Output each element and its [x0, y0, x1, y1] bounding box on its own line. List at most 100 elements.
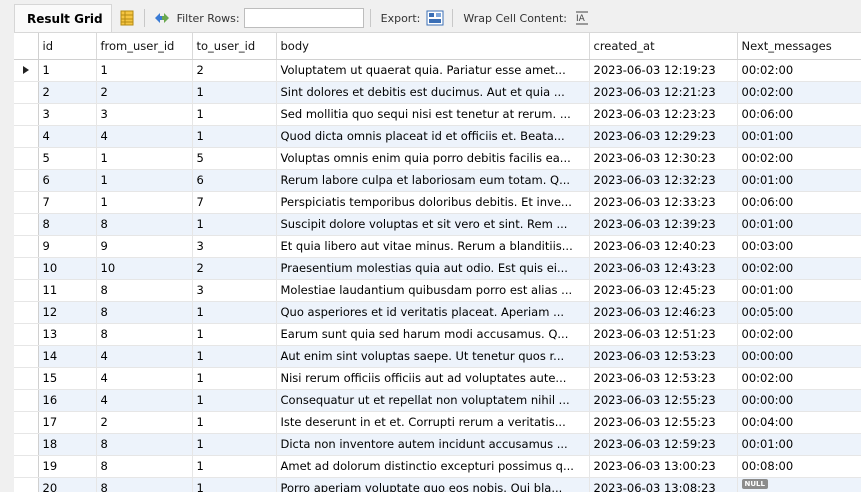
refresh-icon[interactable]: [151, 8, 173, 28]
cell-body[interactable]: Suscipit dolore voluptas et sit vero et …: [276, 213, 590, 236]
cell-created-at[interactable]: 2023-06-03 12:53:23: [589, 367, 738, 390]
cell-created-at[interactable]: 2023-06-03 12:55:23: [589, 411, 738, 434]
cell-next-messages[interactable]: 00:01:00: [737, 125, 861, 148]
cell-from-user-id[interactable]: 4: [96, 367, 193, 390]
table-row[interactable]: 10 10 2 Praesentium molestias quia aut odio…: [14, 257, 861, 280]
cell-id[interactable]: 18: [38, 433, 97, 456]
cell-id[interactable]: 13: [38, 323, 97, 346]
cell-body[interactable]: Porro aperiam voluptate quo eos nobis. Q…: [276, 477, 590, 492]
cell-to-user-id[interactable]: 1: [192, 103, 277, 126]
cell-created-at[interactable]: 2023-06-03 13:08:23: [589, 477, 738, 492]
cell-from-user-id[interactable]: 8: [96, 213, 193, 236]
cell-body[interactable]: Quo asperiores et id veritatis placeat. …: [276, 301, 590, 324]
table-row[interactable]: 12 8 1 Quo asperiores et id veritatis place…: [14, 301, 861, 324]
cell-from-user-id[interactable]: 4: [96, 125, 193, 148]
cell-next-messages[interactable]: 00:00:00: [737, 389, 861, 412]
cell-to-user-id[interactable]: 1: [192, 455, 277, 478]
table-row[interactable]: 5 1 5 Voluptas omnis enim quia porro debiti…: [14, 147, 861, 170]
cell-id[interactable]: 6: [38, 169, 97, 192]
cell-from-user-id[interactable]: 8: [96, 279, 193, 302]
cell-body[interactable]: Earum sunt quia sed harum modi accusamus…: [276, 323, 590, 346]
cell-id[interactable]: 14: [38, 345, 97, 368]
row-header[interactable]: [14, 147, 39, 170]
cell-id[interactable]: 17: [38, 411, 97, 434]
row-header[interactable]: [14, 235, 39, 258]
row-header[interactable]: [14, 169, 39, 192]
table-row[interactable]: 8 8 1 Suscipit dolore voluptas et sit vero …: [14, 213, 861, 236]
cell-created-at[interactable]: 2023-06-03 12:46:23: [589, 301, 738, 324]
cell-from-user-id[interactable]: 9: [96, 235, 193, 258]
row-header[interactable]: [14, 411, 39, 434]
row-header[interactable]: [14, 477, 39, 492]
cell-id[interactable]: 10: [38, 257, 97, 280]
cell-created-at[interactable]: 2023-06-03 12:33:23: [589, 191, 738, 214]
cell-next-messages[interactable]: 00:01:00: [737, 433, 861, 456]
cell-body[interactable]: Praesentium molestias quia aut odio. Est…: [276, 257, 590, 280]
cell-from-user-id[interactable]: 1: [96, 169, 193, 192]
cell-next-messages[interactable]: 00:01:00: [737, 169, 861, 192]
cell-to-user-id[interactable]: 1: [192, 411, 277, 434]
cell-from-user-id[interactable]: 1: [96, 147, 193, 170]
cell-created-at[interactable]: 2023-06-03 12:19:23: [589, 59, 738, 82]
cell-id[interactable]: 2: [38, 81, 97, 104]
cell-created-at[interactable]: 2023-06-03 13:00:23: [589, 455, 738, 478]
table-row[interactable]: 13 8 1 Earum sunt quia sed harum modi accus…: [14, 323, 861, 346]
grid-view-icon[interactable]: [116, 8, 138, 28]
cell-id[interactable]: 7: [38, 191, 97, 214]
row-header[interactable]: [14, 103, 39, 126]
cell-to-user-id[interactable]: 3: [192, 235, 277, 258]
cell-id[interactable]: 8: [38, 213, 97, 236]
table-row[interactable]: 4 4 1 Quod dicta omnis placeat id et offici…: [14, 125, 861, 148]
table-row[interactable]: 11 8 3 Molestiae laudantium quibusdam porro…: [14, 279, 861, 302]
cell-from-user-id[interactable]: 4: [96, 389, 193, 412]
cell-next-messages[interactable]: 00:06:00: [737, 191, 861, 214]
cell-next-messages[interactable]: 00:02:00: [737, 147, 861, 170]
cell-to-user-id[interactable]: 3: [192, 279, 277, 302]
cell-id[interactable]: 20: [38, 477, 97, 492]
result-grid-tab[interactable]: Result Grid: [14, 4, 112, 32]
cell-body[interactable]: Voluptas omnis enim quia porro debitis f…: [276, 147, 590, 170]
wrap-text-icon[interactable]: IA: [571, 8, 593, 28]
column-header-to-user-id[interactable]: to_user_id: [192, 33, 277, 60]
row-header[interactable]: [14, 323, 39, 346]
cell-id[interactable]: 15: [38, 367, 97, 390]
cell-to-user-id[interactable]: 1: [192, 213, 277, 236]
cell-created-at[interactable]: 2023-06-03 12:39:23: [589, 213, 738, 236]
cell-from-user-id[interactable]: 8: [96, 323, 193, 346]
table-row[interactable]: 15 4 1 Nisi rerum officiis officiis aut ad …: [14, 367, 861, 390]
cell-body[interactable]: Perspiciatis temporibus doloribus debiti…: [276, 191, 590, 214]
table-row[interactable]: 1 1 2 Voluptatem ut quaerat quia. Pariatur …: [14, 59, 861, 82]
cell-to-user-id[interactable]: 1: [192, 389, 277, 412]
table-row[interactable]: 2 2 1 Sint dolores et debitis est ducimus. …: [14, 81, 861, 104]
row-header[interactable]: [14, 367, 39, 390]
cell-from-user-id[interactable]: 8: [96, 477, 193, 492]
table-row[interactable]: 14 4 1 Aut enim sint voluptas saepe. Ut ten…: [14, 345, 861, 368]
cell-next-messages[interactable]: 00:02:00: [737, 257, 861, 280]
row-header[interactable]: [14, 257, 39, 280]
table-row[interactable]: 9 9 3 Et quia libero aut vitae minus. Rerum…: [14, 235, 861, 258]
cell-body[interactable]: Voluptatem ut quaerat quia. Pariatur ess…: [276, 59, 590, 82]
cell-to-user-id[interactable]: 1: [192, 81, 277, 104]
cell-to-user-id[interactable]: 6: [192, 169, 277, 192]
cell-id[interactable]: 1: [38, 59, 97, 82]
cell-from-user-id[interactable]: 2: [96, 411, 193, 434]
row-header[interactable]: [14, 455, 39, 478]
cell-created-at[interactable]: 2023-06-03 12:40:23: [589, 235, 738, 258]
cell-body[interactable]: Quod dicta omnis placeat id et officiis …: [276, 125, 590, 148]
cell-created-at[interactable]: 2023-06-03 12:29:23: [589, 125, 738, 148]
row-header[interactable]: [14, 389, 39, 412]
row-header[interactable]: [14, 213, 39, 236]
cell-next-messages[interactable]: 00:01:00: [737, 279, 861, 302]
cell-to-user-id[interactable]: 1: [192, 477, 277, 492]
cell-id[interactable]: 4: [38, 125, 97, 148]
export-icon[interactable]: [424, 8, 446, 28]
cell-to-user-id[interactable]: 1: [192, 433, 277, 456]
row-header-corner[interactable]: [14, 33, 39, 60]
cell-body[interactable]: Rerum labore culpa et laboriosam eum tot…: [276, 169, 590, 192]
cell-to-user-id[interactable]: 1: [192, 345, 277, 368]
table-row[interactable]: 16 4 1 Consequatur ut et repellat non volup…: [14, 389, 861, 412]
cell-next-messages[interactable]: 00:02:00: [737, 81, 861, 104]
row-header[interactable]: [14, 81, 39, 104]
cell-created-at[interactable]: 2023-06-03 12:32:23: [589, 169, 738, 192]
cell-body[interactable]: Consequatur ut et repellat non voluptate…: [276, 389, 590, 412]
